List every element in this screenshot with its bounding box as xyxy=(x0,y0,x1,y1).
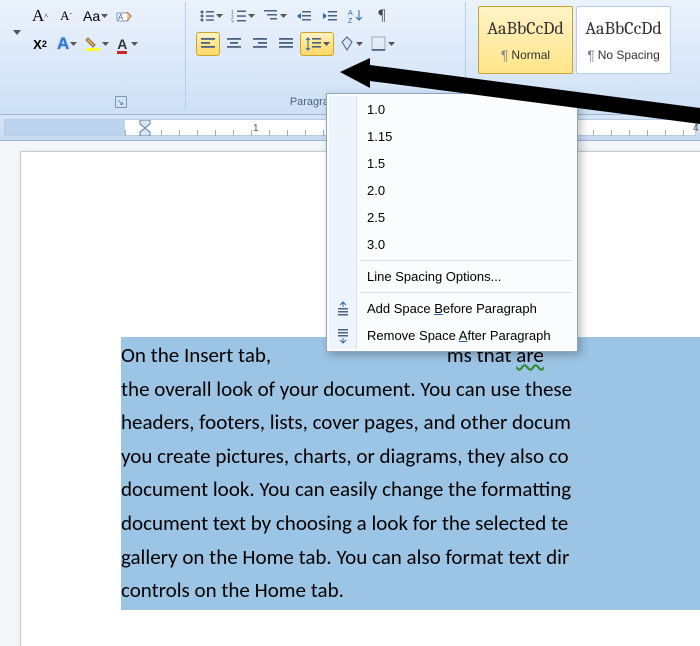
numbering-button[interactable]: 123 xyxy=(228,4,258,28)
spacing-3-0[interactable]: 3.0 xyxy=(329,231,575,258)
pilcrow-icon: ¶ xyxy=(378,7,385,25)
increase-indent-button[interactable] xyxy=(318,4,342,28)
justify-button[interactable] xyxy=(274,32,298,56)
paste-split-button[interactable] xyxy=(4,2,28,62)
grow-font-button[interactable]: A^ xyxy=(28,4,52,28)
change-case-button[interactable]: Aa xyxy=(80,4,111,28)
svg-text:Z: Z xyxy=(348,18,353,24)
text-effects-icon: A xyxy=(57,34,69,54)
svg-text:A: A xyxy=(118,13,124,22)
subscript-button[interactable]: X2 xyxy=(28,32,52,56)
svg-text:3: 3 xyxy=(231,20,234,23)
borders-button[interactable] xyxy=(368,32,398,56)
spacing-1-0[interactable]: 1.0 xyxy=(329,96,575,123)
spacing-1-15[interactable]: 1.15 xyxy=(329,123,575,150)
font-color-button[interactable]: A xyxy=(114,32,141,56)
style-no-spacing[interactable]: AaBbCcDd ¶No Spacing xyxy=(576,6,671,74)
font-dialog-launcher[interactable]: ↘ xyxy=(115,96,127,108)
remove-space-after[interactable]: Remove Space After Paragraph xyxy=(329,322,575,349)
line-spacing-menu: 1.0 1.15 1.5 2.0 2.5 3.0 Line Spacing Op… xyxy=(326,93,578,352)
spacing-1-5[interactable]: 1.5 xyxy=(329,150,575,177)
font-color-icon: A xyxy=(117,36,127,52)
pilcrow-icon: ¶ xyxy=(501,47,509,63)
sort-button[interactable]: AZ xyxy=(344,4,368,28)
add-space-before[interactable]: Add Space Before Paragraph xyxy=(329,295,575,322)
align-right-button[interactable] xyxy=(248,32,272,56)
shrink-font-button[interactable]: Aˇ xyxy=(54,4,78,28)
font-group: A^ Aˇ Aa A X2 xyxy=(26,2,186,110)
highlight-icon xyxy=(85,36,101,52)
shading-button[interactable] xyxy=(336,32,366,56)
style-sample: AaBbCcDd xyxy=(487,18,564,39)
multilevel-list-button[interactable] xyxy=(260,4,290,28)
decrease-indent-button[interactable] xyxy=(292,4,316,28)
align-center-button[interactable] xyxy=(222,32,246,56)
menu-separator xyxy=(361,260,571,261)
bullets-button[interactable] xyxy=(196,4,226,28)
line-spacing-options[interactable]: Line Spacing Options... xyxy=(329,263,575,290)
clear-formatting-button[interactable]: A xyxy=(113,4,137,28)
svg-text:A: A xyxy=(348,10,353,17)
spacing-2-5[interactable]: 2.5 xyxy=(329,204,575,231)
align-left-button[interactable] xyxy=(196,32,220,56)
remove-space-after-icon xyxy=(335,328,351,344)
indent-marker[interactable] xyxy=(139,120,151,136)
menu-separator xyxy=(361,292,571,293)
selected-text[interactable]: On the Insert tab, ms that are the overa… xyxy=(121,337,700,610)
eraser-icon: A xyxy=(116,8,134,24)
highlight-button[interactable] xyxy=(82,32,112,56)
show-hide-marks-button[interactable]: ¶ xyxy=(370,4,394,28)
line-spacing-button[interactable] xyxy=(300,32,334,56)
style-sample: AaBbCcDd xyxy=(585,18,662,39)
add-space-before-icon xyxy=(335,301,351,317)
text-effects-button[interactable]: A xyxy=(54,32,80,56)
style-normal[interactable]: AaBbCcDd ¶Normal xyxy=(478,6,573,74)
pilcrow-icon: ¶ xyxy=(587,47,595,63)
spacing-2-0[interactable]: 2.0 xyxy=(329,177,575,204)
